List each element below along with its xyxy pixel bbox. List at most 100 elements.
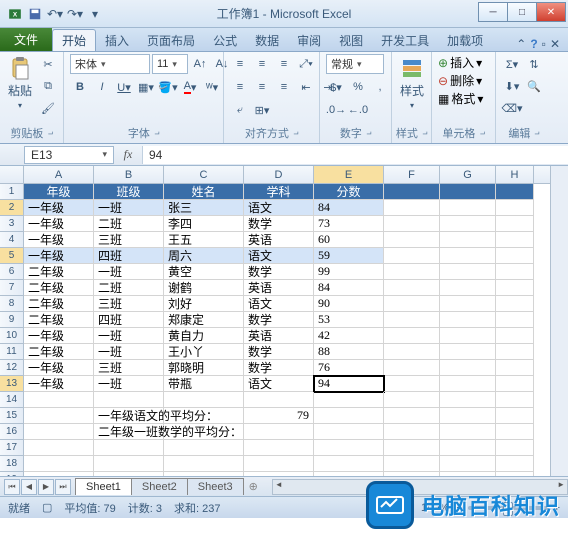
- row-header[interactable]: 2: [0, 200, 24, 216]
- cell[interactable]: [244, 472, 314, 476]
- help-icon[interactable]: ?: [530, 37, 537, 51]
- cell[interactable]: [440, 424, 496, 440]
- italic-icon[interactable]: I: [92, 77, 112, 97]
- format-cells-button[interactable]: ▦格式▾: [438, 90, 483, 107]
- cell[interactable]: 42: [314, 328, 384, 344]
- cell[interactable]: [384, 344, 440, 360]
- cell[interactable]: 一年级: [24, 248, 94, 264]
- cell[interactable]: 张三: [164, 200, 244, 216]
- cell[interactable]: [496, 328, 534, 344]
- cell[interactable]: 学科: [244, 184, 314, 200]
- cell[interactable]: 王五: [164, 232, 244, 248]
- cell[interactable]: [384, 360, 440, 376]
- worksheet-grid[interactable]: ABCDEFGH 1年级班级姓名学科分数2一年级一班张三语文843一年级二班李四…: [0, 166, 568, 476]
- column-header[interactable]: C: [164, 166, 244, 183]
- cell[interactable]: [440, 312, 496, 328]
- sheet-tab[interactable]: Sheet3: [187, 478, 244, 495]
- cell[interactable]: [440, 232, 496, 248]
- fill-color-icon[interactable]: 🪣▾: [158, 77, 178, 97]
- cell[interactable]: [496, 312, 534, 328]
- cell[interactable]: [440, 184, 496, 200]
- cell[interactable]: [440, 200, 496, 216]
- cell[interactable]: [314, 424, 384, 440]
- undo-icon[interactable]: ↶▾: [46, 5, 64, 23]
- cell[interactable]: [164, 440, 244, 456]
- cell[interactable]: [94, 472, 164, 476]
- sort-icon[interactable]: ⇅: [524, 54, 544, 74]
- cell[interactable]: 76: [314, 360, 384, 376]
- row-header[interactable]: 10: [0, 328, 24, 344]
- cell[interactable]: [496, 296, 534, 312]
- fx-icon[interactable]: fx: [114, 147, 142, 162]
- cell[interactable]: 一班: [94, 344, 164, 360]
- cell[interactable]: 英语: [244, 328, 314, 344]
- cell[interactable]: 年级: [24, 184, 94, 200]
- cell[interactable]: [384, 376, 440, 392]
- vertical-scrollbar[interactable]: [550, 166, 568, 476]
- cell[interactable]: 分数: [314, 184, 384, 200]
- cell[interactable]: [384, 184, 440, 200]
- cell[interactable]: 94: [314, 376, 384, 392]
- tab-页面布局[interactable]: 页面布局: [138, 29, 204, 51]
- cell[interactable]: [496, 456, 534, 472]
- sheet-nav-first-icon[interactable]: ⏮: [4, 479, 20, 495]
- wrap-text-icon[interactable]: ⤶: [230, 100, 250, 120]
- cell[interactable]: 周六: [164, 248, 244, 264]
- cell[interactable]: [496, 408, 534, 424]
- paste-button[interactable]: 粘贴 ▾: [6, 54, 34, 112]
- align-middle-icon[interactable]: ≡: [252, 54, 272, 74]
- cell[interactable]: 73: [314, 216, 384, 232]
- cell[interactable]: 88: [314, 344, 384, 360]
- find-icon[interactable]: 🔍: [524, 76, 544, 96]
- cell[interactable]: [496, 344, 534, 360]
- row-header[interactable]: 17: [0, 440, 24, 456]
- cell[interactable]: 二年级: [24, 296, 94, 312]
- tab-插入[interactable]: 插入: [96, 29, 138, 51]
- cell[interactable]: 二年级: [24, 280, 94, 296]
- column-header[interactable]: B: [94, 166, 164, 183]
- cell[interactable]: 53: [314, 312, 384, 328]
- cell[interactable]: [440, 408, 496, 424]
- row-header[interactable]: 15: [0, 408, 24, 424]
- cell[interactable]: 三班: [94, 232, 164, 248]
- cell[interactable]: 二班: [94, 216, 164, 232]
- cell[interactable]: [94, 456, 164, 472]
- cell[interactable]: [384, 312, 440, 328]
- row-header[interactable]: 1: [0, 184, 24, 200]
- cell[interactable]: [384, 424, 440, 440]
- cell[interactable]: 84: [314, 280, 384, 296]
- cell[interactable]: [496, 184, 534, 200]
- format-painter-icon[interactable]: 🖌: [38, 98, 58, 118]
- cell[interactable]: [440, 392, 496, 408]
- column-header[interactable]: G: [440, 166, 496, 183]
- align-left-icon[interactable]: ≡: [230, 77, 250, 97]
- inc-decimal-icon[interactable]: .0→: [326, 100, 346, 120]
- cell[interactable]: 数学: [244, 312, 314, 328]
- row-header[interactable]: 14: [0, 392, 24, 408]
- cell[interactable]: [164, 392, 244, 408]
- cell[interactable]: [496, 376, 534, 392]
- column-header[interactable]: H: [496, 166, 534, 183]
- cell[interactable]: [384, 216, 440, 232]
- border-icon[interactable]: ▦▾: [136, 77, 156, 97]
- tab-开始[interactable]: 开始: [52, 29, 96, 51]
- row-header[interactable]: 9: [0, 312, 24, 328]
- cell[interactable]: [244, 456, 314, 472]
- cell[interactable]: [384, 200, 440, 216]
- cell[interactable]: 谢鹤: [164, 280, 244, 296]
- cell[interactable]: [314, 456, 384, 472]
- cell[interactable]: [440, 440, 496, 456]
- row-header[interactable]: 3: [0, 216, 24, 232]
- align-right-icon[interactable]: ≡: [274, 77, 294, 97]
- copy-icon[interactable]: ⧉: [38, 76, 58, 96]
- cell[interactable]: [496, 264, 534, 280]
- cell[interactable]: [24, 408, 94, 424]
- cell[interactable]: 带瓶: [164, 376, 244, 392]
- cell[interactable]: [496, 392, 534, 408]
- cell[interactable]: [384, 328, 440, 344]
- cell[interactable]: [94, 392, 164, 408]
- row-header[interactable]: 13: [0, 376, 24, 392]
- orientation-icon[interactable]: ⤢▾: [296, 54, 316, 74]
- file-tab[interactable]: 文件: [0, 27, 52, 51]
- cell[interactable]: [440, 248, 496, 264]
